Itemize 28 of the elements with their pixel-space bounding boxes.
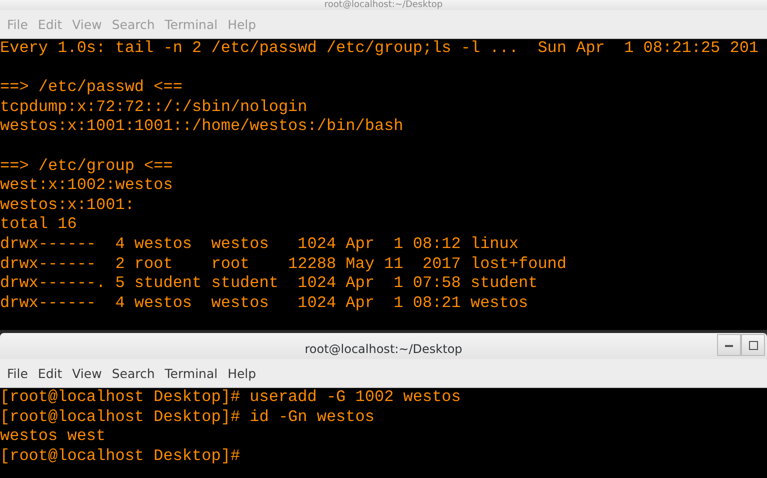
terminal-line: total 16 xyxy=(0,215,78,235)
window-title: root@localhost:~/Desktop xyxy=(304,341,462,357)
terminal-line: ==> /etc/passwd <== xyxy=(0,78,184,98)
menu-item[interactable]: View xyxy=(67,366,107,380)
terminal-line: westos:x:1001: xyxy=(0,196,136,216)
minimize-button[interactable] xyxy=(717,334,741,356)
terminal-line: drwx------ 2 root root 12288 May 11 2017 lost+found xyxy=(0,254,568,274)
menu-item[interactable]: Terminal xyxy=(160,366,223,380)
minimize-icon xyxy=(725,344,733,346)
menu-item[interactable]: Edit xyxy=(32,366,68,380)
terminal-line: Every 1.0s: tail -n 2 /etc/passwd /etc/group;ls -l ... Sun Apr 1 08:21:25 201 xyxy=(0,39,760,59)
terminal-line: westos:x:1001:1001::/home/westos:/bin/bash xyxy=(0,117,404,137)
terminal-line: [root@localhost Desktop]# useradd -G 1002 westos xyxy=(0,388,462,408)
menu-item[interactable]: Help xyxy=(222,366,262,380)
window-title: root@localhost:~/Desktop xyxy=(324,0,443,10)
terminal-line: westos west xyxy=(0,427,107,447)
terminal-line: drwx------ 4 westos westos 1024 Apr 1 08:12 linux xyxy=(0,234,520,255)
terminal-line: ==> /etc/group <== xyxy=(0,156,174,176)
terminal-line: [root@localhost Desktop]# xyxy=(0,446,242,466)
terminal-line: west:x:1002:westos xyxy=(0,176,174,196)
menu-item[interactable]: Search xyxy=(106,366,160,380)
terminal-line: [root@localhost Desktop]# id -Gn westos xyxy=(0,408,376,428)
maximize-button[interactable] xyxy=(741,334,765,356)
terminal-line: drwx------. 5 student student 1024 Apr 1 07:58 student xyxy=(0,274,539,294)
menu-item[interactable]: File xyxy=(2,366,33,380)
terminal-line: tcpdump:x:72:72::/:/sbin/nologin xyxy=(0,98,308,118)
terminal-line: drwx------ 4 westos westos 1024 Apr 1 08:21 westos xyxy=(0,294,530,314)
maximize-icon xyxy=(748,340,758,350)
